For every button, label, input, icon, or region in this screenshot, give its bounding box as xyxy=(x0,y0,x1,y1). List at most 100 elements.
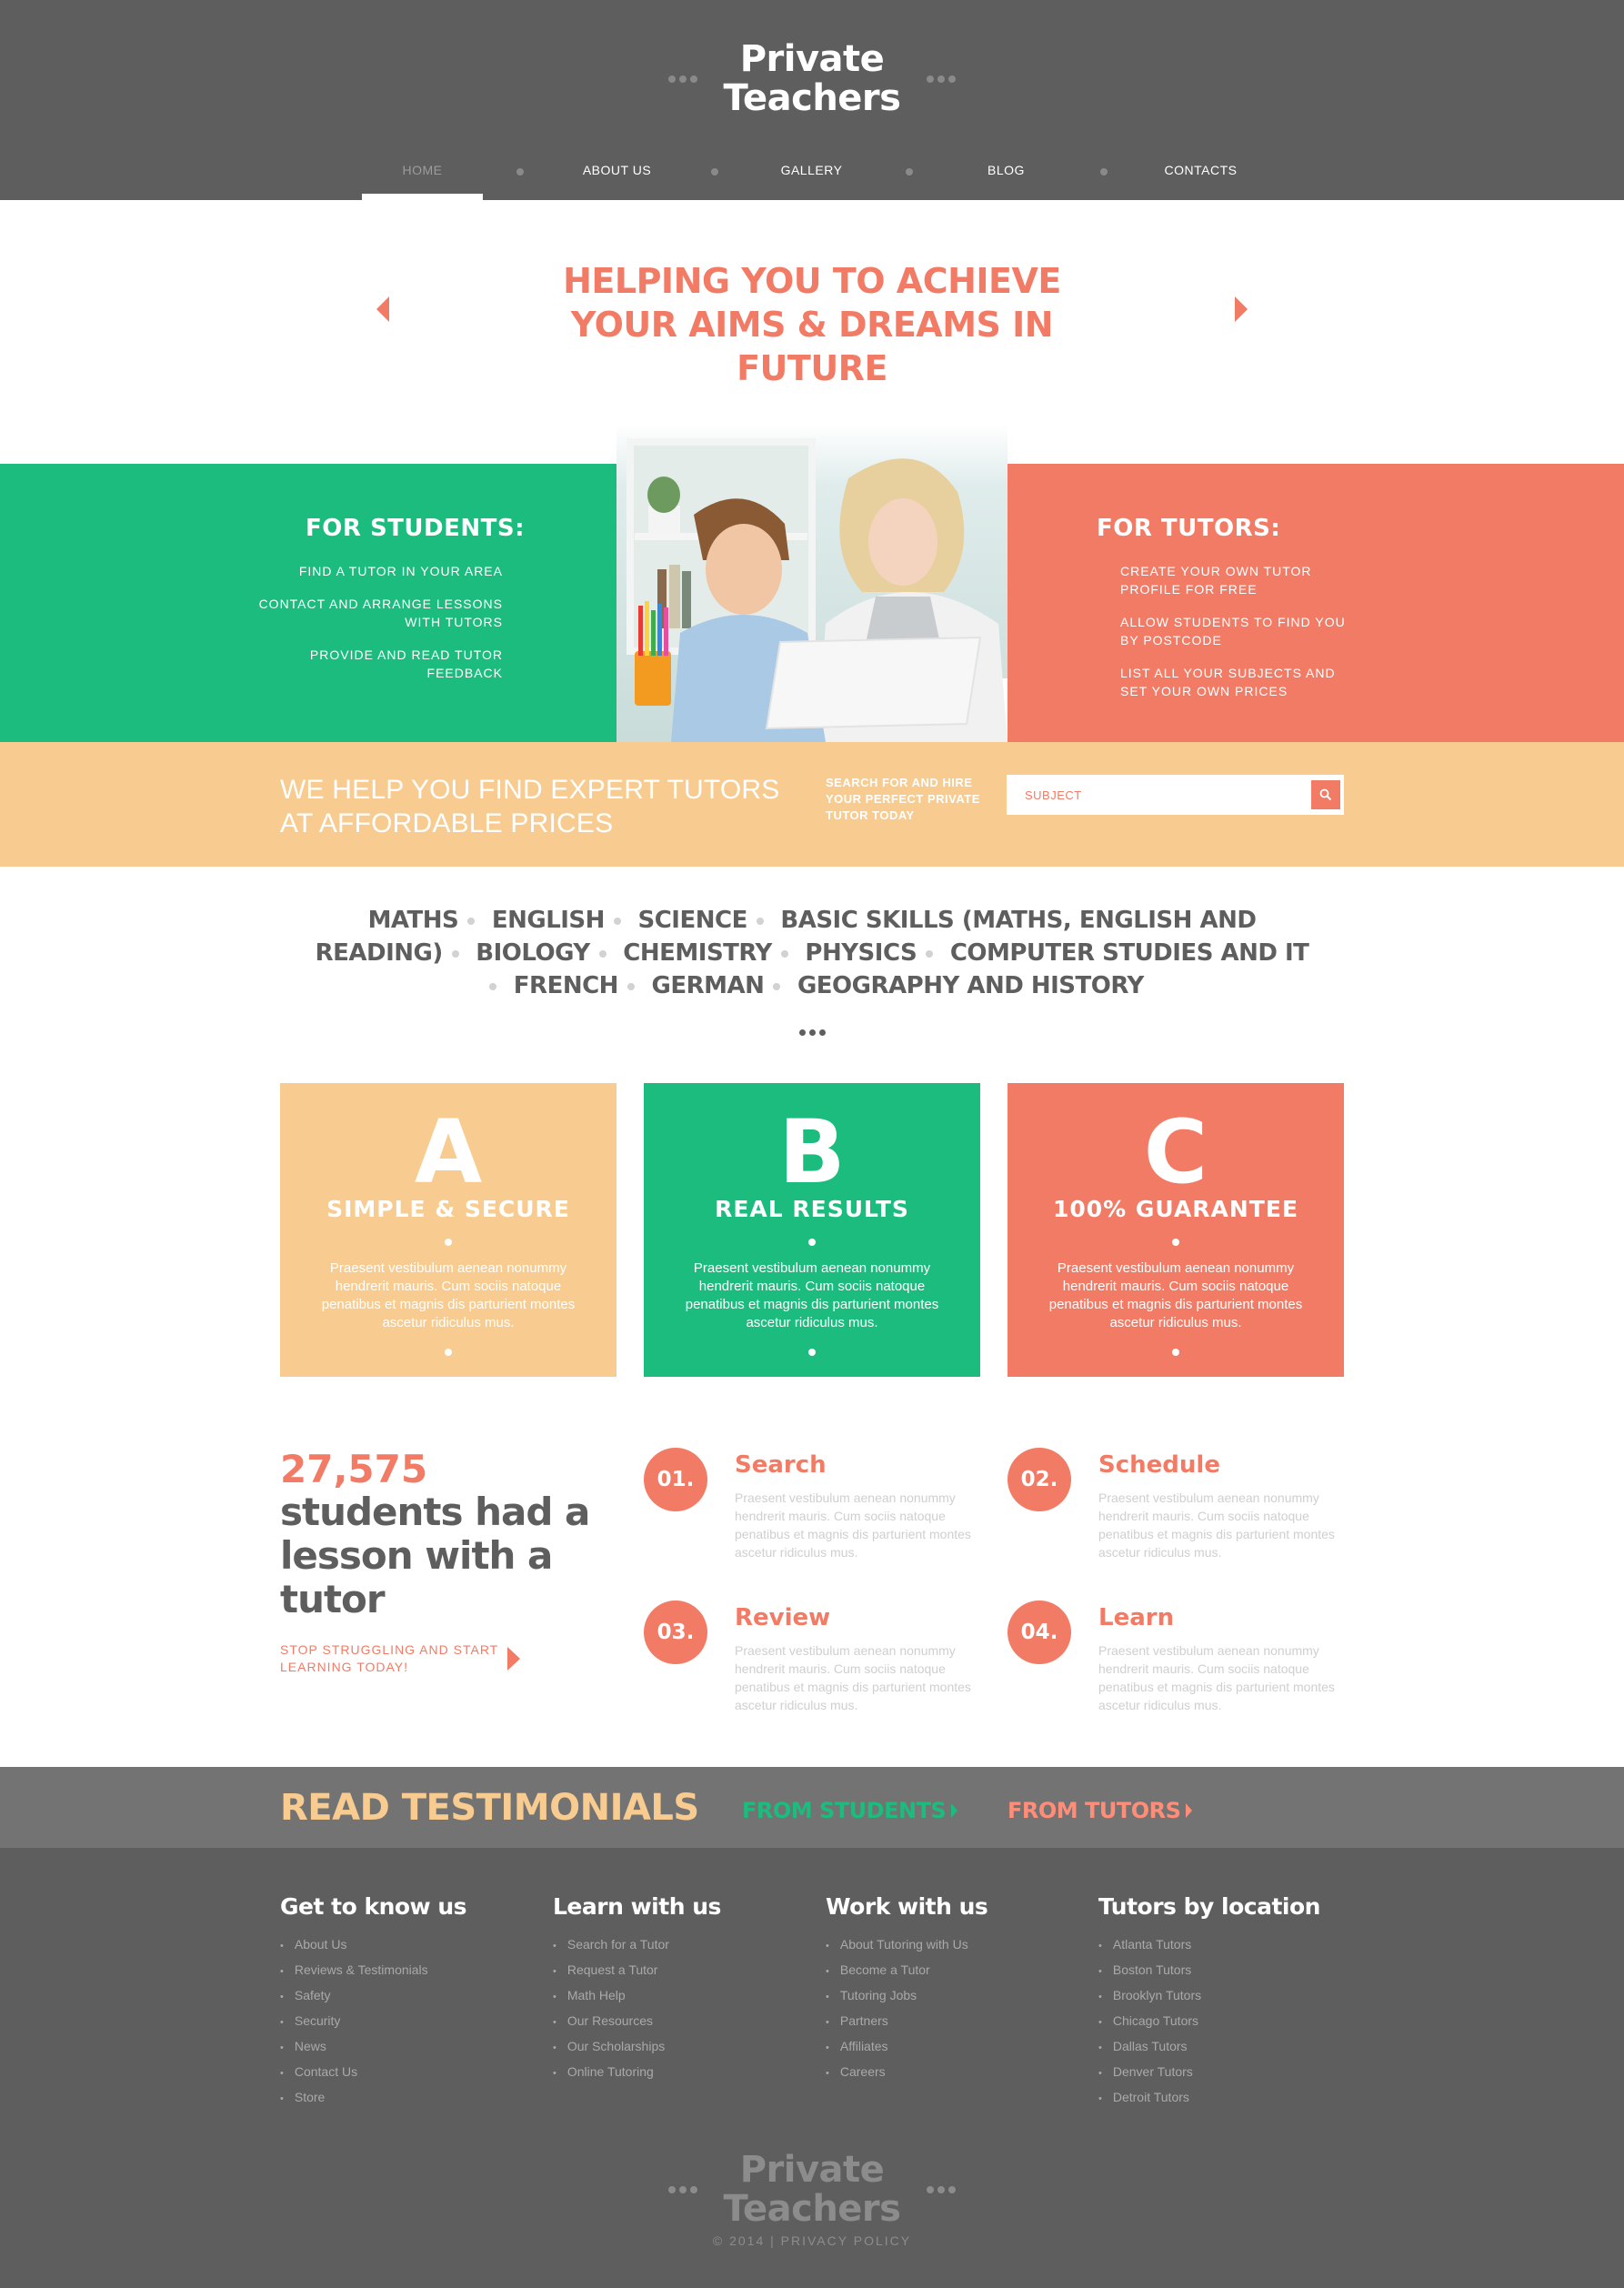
tutors-feature-item: LIST ALL YOUR SUBJECTS AND SET YOUR OWN … xyxy=(1120,666,1336,698)
subject-separator xyxy=(613,917,621,925)
subject-search-box xyxy=(1007,775,1344,815)
slider-prev-arrow-icon[interactable] xyxy=(376,296,389,322)
nav-separator xyxy=(1067,153,1140,180)
footer-link[interactable]: Search for a Tutor xyxy=(553,1932,826,1958)
search-button[interactable] xyxy=(1311,780,1340,809)
students-feature-item: PROVIDE AND READ TUTOR FEEDBACK xyxy=(309,647,503,680)
step-title[interactable]: Review xyxy=(735,1604,830,1631)
footer-link[interactable]: Reviews & Testimonials xyxy=(280,1958,553,1983)
footer-link[interactable]: About Us xyxy=(280,1932,553,1958)
step-number-badge: 03. xyxy=(644,1601,707,1664)
subject-link[interactable]: GEOGRAPHY AND HISTORY xyxy=(797,972,1144,999)
slider-next-arrow-icon[interactable] xyxy=(1235,296,1248,322)
step-title[interactable]: Schedule xyxy=(1098,1451,1220,1479)
dots-decoration xyxy=(925,71,957,87)
footer-link[interactable]: Request a Tutor xyxy=(553,1958,826,1983)
step-title[interactable]: Search xyxy=(735,1451,827,1479)
footer-link[interactable]: Become a Tutor xyxy=(826,1958,1098,1983)
footer-link[interactable]: Affiliates xyxy=(826,2034,1098,2060)
card-title: 100% GUARANTEE xyxy=(1052,1196,1299,1222)
subject-link[interactable]: CHEMISTRY xyxy=(623,939,772,967)
footer-logo-text: Private Teachers xyxy=(724,2151,901,2229)
testimonials-bar: READ TESTIMONIALS FROM STUDENTS FROM TUT… xyxy=(0,1767,1624,1848)
copyright-separator: | xyxy=(770,2233,776,2248)
footer-link[interactable]: Our Resources xyxy=(553,2009,826,2034)
subject-separator xyxy=(598,949,606,958)
subject-separator xyxy=(780,949,788,958)
nav-home[interactable]: HOME xyxy=(362,153,483,200)
subject-link[interactable]: PHYSICS xyxy=(805,939,917,967)
logo[interactable]: Private Teachers xyxy=(0,40,1624,118)
footer-link[interactable]: Our Scholarships xyxy=(553,2034,826,2060)
main-nav: HOME ABOUT US GALLERY BLOG CONTACTS xyxy=(362,153,1262,200)
subject-search-input[interactable] xyxy=(1007,775,1311,815)
footer-logo[interactable]: Private Teachers xyxy=(0,2151,1624,2229)
footer-link[interactable]: Denver Tutors xyxy=(1098,2060,1371,2085)
from-tutors-link[interactable]: FROM TUTORS xyxy=(1007,1798,1193,1823)
footer-link[interactable]: Partners xyxy=(826,2009,1098,2034)
footer-link[interactable]: Atlanta Tutors xyxy=(1098,1932,1371,1958)
step-number-badge: 04. xyxy=(1007,1601,1071,1664)
footer-column-tutors-by-location: Tutors by location Atlanta Tutors Boston… xyxy=(1098,1893,1371,2111)
search-band-subtext: SEARCH FOR AND HIRE YOUR PERFECT PRIVATE… xyxy=(826,776,980,822)
more-subjects-dots-icon[interactable] xyxy=(0,1024,1624,1040)
footer-link[interactable]: Tutoring Jobs xyxy=(826,1983,1098,2009)
subject-link[interactable]: FRENCH xyxy=(514,972,619,999)
subject-link[interactable]: MATHS xyxy=(368,907,459,934)
footer-link[interactable]: Dallas Tutors xyxy=(1098,2034,1371,2060)
footer-link[interactable]: Online Tutoring xyxy=(553,2060,826,2085)
hero-photo xyxy=(617,424,1007,742)
step-text: Praesent vestibulum aenean nonummy hendr… xyxy=(735,1643,971,1712)
search-band: WE HELP YOU FIND EXPERT TUTORS AT AFFORD… xyxy=(0,742,1624,867)
footer-link[interactable]: Boston Tutors xyxy=(1098,1958,1371,1983)
footer-link-list: About Tutoring with Us Become a Tutor Tu… xyxy=(826,1932,1098,2085)
subject-link[interactable]: GERMAN xyxy=(652,972,765,999)
nav-contacts[interactable]: CONTACTS xyxy=(1140,153,1261,200)
footer-link[interactable]: Detroit Tutors xyxy=(1098,2085,1371,2111)
step-title[interactable]: Learn xyxy=(1098,1604,1174,1631)
tutors-panel: FOR TUTORS: CREATE YOUR OWN TUTOR PROFIL… xyxy=(1007,464,1624,742)
from-tutors-label: FROM TUTORS xyxy=(1007,1798,1181,1823)
footer-link[interactable]: Safety xyxy=(280,1983,553,2009)
nav-blog[interactable]: BLOG xyxy=(946,153,1067,200)
stat-text: students had a lesson with a tutor xyxy=(280,1490,590,1621)
subject-link[interactable]: COMPUTER STUDIES AND IT xyxy=(950,939,1309,967)
footer-link[interactable]: About Tutoring with Us xyxy=(826,1932,1098,1958)
nav-separator xyxy=(483,153,556,180)
footer-link[interactable]: Store xyxy=(280,2085,553,2111)
logo-line-2: Teachers xyxy=(723,77,901,119)
tutors-panel-title: FOR TUTORS: xyxy=(1097,515,1281,542)
copyright: © 2014 | PRIVACY POLICY xyxy=(0,2233,1624,2248)
dot-icon xyxy=(808,1239,816,1246)
step-number-badge: 01. xyxy=(644,1448,707,1511)
footer-link[interactable]: News xyxy=(280,2034,553,2060)
from-students-link[interactable]: FROM STUDENTS xyxy=(742,1798,958,1823)
dots-decoration xyxy=(667,71,699,87)
benefit-card: B REAL RESULTS Praesent vestibulum aenea… xyxy=(644,1083,980,1377)
footer-link[interactable]: Contact Us xyxy=(280,2060,553,2085)
footer-link[interactable]: Brooklyn Tutors xyxy=(1098,1983,1371,2009)
card-text: Praesent vestibulum aenean nonummy hendr… xyxy=(685,1260,939,1330)
arrow-right-icon xyxy=(507,1647,520,1671)
subject-link[interactable]: SCIENCE xyxy=(637,907,747,934)
testimonials-title: READ TESTIMONIALS xyxy=(280,1787,699,1829)
footer-link[interactable]: Chicago Tutors xyxy=(1098,2009,1371,2034)
page: Private Teachers HOME ABOUT US GALLERY BL… xyxy=(0,0,1624,2288)
nav-separator xyxy=(677,153,751,180)
students-feature-item: CONTACT AND ARRANGE LESSONS WITH TUTORS xyxy=(258,597,503,629)
start-learning-link[interactable]: STOP STRUGGLING AND START LEARNING TODAY… xyxy=(280,1641,607,1676)
nav-about-us[interactable]: ABOUT US xyxy=(556,153,677,200)
subject-link[interactable]: ENGLISH xyxy=(492,907,606,934)
card-letter: C xyxy=(1143,1101,1208,1203)
dot-icon xyxy=(1172,1349,1179,1356)
footer-link[interactable]: Careers xyxy=(826,2060,1098,2085)
subject-separator xyxy=(489,982,497,990)
from-students-label: FROM STUDENTS xyxy=(742,1798,947,1823)
teacher-student-illustration xyxy=(617,424,1007,742)
privacy-policy-link[interactable]: PRIVACY POLICY xyxy=(781,2233,911,2248)
footer-link[interactable]: Math Help xyxy=(553,1983,826,2009)
step-text: Praesent vestibulum aenean nonummy hendr… xyxy=(1098,1490,1335,1560)
nav-gallery[interactable]: GALLERY xyxy=(751,153,872,200)
subject-link[interactable]: BIOLOGY xyxy=(476,939,590,967)
footer-link[interactable]: Security xyxy=(280,2009,553,2034)
